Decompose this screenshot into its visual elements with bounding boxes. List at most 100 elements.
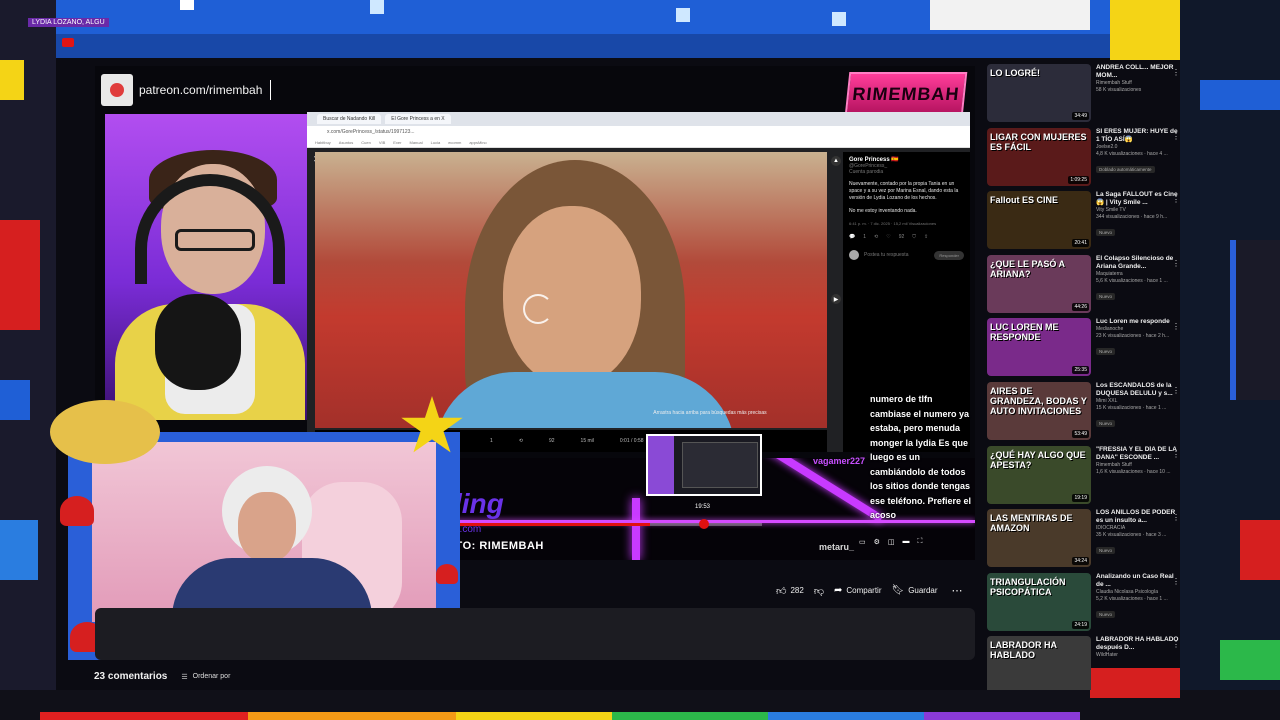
recommendation-channel[interactable]: Vity Smile TV — [1096, 207, 1182, 214]
recommendation-item[interactable]: TRIANGULACIÓN PSICOPÁTICA 24:19 Analizando… — [987, 572, 1182, 637]
pixel-block — [832, 12, 846, 26]
recommendation-title[interactable]: Luc Loren me responde — [1096, 318, 1182, 326]
pixel-block — [0, 220, 40, 330]
description-panel[interactable] — [95, 608, 975, 660]
save-button[interactable]: 🔖︎ Guardar — [891, 585, 937, 596]
theater-icon[interactable]: ▬ — [903, 538, 910, 546]
recommendation-thumbnail[interactable]: LAS MENTIRAS DE AMAZON 34:24 — [987, 509, 1091, 568]
recommendation-thumbnail[interactable]: LUC LOREN ME RESPONDE 25:35 — [987, 318, 1091, 377]
kebab-menu-icon[interactable]: ⋮ — [1172, 259, 1180, 268]
overlay-frame-left — [0, 0, 56, 720]
recommendation-badge: Nuevo — [1096, 229, 1116, 237]
recommendation-thumbnail[interactable]: LABRADOR HA HABLADO — [987, 636, 1091, 690]
recommendation-meta: 58 K visualizaciones — [1096, 87, 1142, 93]
miniplayer-icon[interactable]: ◫ — [888, 538, 895, 546]
recommendation-title[interactable]: LOS ANILLOS DE PODER es un insulto a... — [1096, 509, 1182, 525]
recommendation-channel[interactable]: IDIOCRACIA — [1096, 525, 1182, 532]
browser-bookmarks-bar: Habitbuy Asuntos Cuen VIB Exer Manual Lu… — [307, 138, 970, 148]
tweet-meta: 6:41 p. m. · 7 dic. 2025 · 15,2 mil Visu… — [849, 221, 937, 226]
tweet-reply-box: Postea tu respuesta Responder — [849, 250, 964, 260]
recommendation-thumbnail[interactable]: AIRES DE GRANDEZA, BODAS Y AUTO INVITACI… — [987, 381, 1091, 440]
recommendation-channel[interactable]: Joelse2.0 — [1096, 144, 1182, 151]
recommendation-info: La Saga FALLOUT es Cine 😱 | Vity Smile .… — [1096, 191, 1182, 255]
recommendation-thumbnail[interactable]: LIGAR CON MUJERES ES FÁCIL 1:09:25 — [987, 127, 1091, 186]
kebab-menu-icon[interactable]: ⋮ — [1172, 577, 1180, 586]
recommendation-info: Luc Loren me responde Medianoche 23 K visu… — [1096, 318, 1182, 382]
kebab-menu-icon[interactable]: ⋮ — [1172, 68, 1180, 77]
recommendation-title[interactable]: SI ERES MUJER: HUYE de 1 TÍO ASÍ😱 — [1096, 128, 1182, 144]
pixel-block — [180, 0, 194, 10]
recommendation-item[interactable]: ¿QUE LE PASÓ A ARIANA? 44:26 El Colapso Si… — [987, 254, 1182, 319]
sort-button[interactable]: ☰ Ordenar por — [181, 673, 230, 681]
recommendation-item[interactable]: LAS MENTIRAS DE AMAZON 34:24 LOS ANILLOS D… — [987, 509, 1182, 573]
kebab-menu-icon[interactable]: ⋮ — [1172, 386, 1180, 395]
kebab-menu-icon[interactable]: ⋮ — [1172, 322, 1180, 331]
subtitles-icon[interactable]: ▭ — [859, 538, 866, 546]
recommendation-title[interactable]: Analizando un Caso Real de ... — [1096, 573, 1182, 589]
more-actions-icon[interactable]: ⋯ — [952, 584, 963, 597]
recommendation-title[interactable]: "FRESSIA Y EL DÍA DE LA DANA" ESCONDE ..… — [1096, 446, 1182, 462]
video-duration: 25:35 — [1072, 366, 1089, 375]
kebab-menu-icon[interactable]: ⋮ — [1172, 195, 1180, 204]
chat-message: numero de tlfn cambiase el numero ya est… — [870, 394, 972, 520]
recommendation-item[interactable]: LO LOGRÉ! 34:49 ANDREA COLL... MEJOR MOM..… — [987, 64, 1182, 128]
kebab-menu-icon[interactable]: ⋮ — [1172, 450, 1180, 459]
bookmark-item: ecomm — [448, 140, 462, 145]
recommendation-thumbnail[interactable]: Fallout ES CINE 20:41 — [987, 191, 1091, 250]
recommendation-title[interactable]: El Colapso Silencioso de Ariana Grande..… — [1096, 255, 1182, 271]
video-duration: 1:09:25 — [1068, 175, 1089, 184]
recommendation-title[interactable]: ANDREA COLL... MEJOR MOM... — [1096, 64, 1182, 80]
recommendation-item[interactable]: LIGAR CON MUJERES ES FÁCIL 1:09:25 SI ERES… — [987, 127, 1182, 192]
chevron-up-icon: ▲ — [831, 156, 841, 166]
recommendation-item[interactable]: LUC LOREN ME RESPONDE 25:35 Luc Loren me r… — [987, 318, 1182, 382]
recommendation-meta: 1,6 K visualizaciones · hace 10 ... — [1096, 468, 1171, 475]
like-button[interactable]: 👍︎ 282 — [776, 585, 804, 597]
share-button[interactable]: ➦ Compartir — [834, 585, 882, 596]
recommendation-channel[interactable]: Claudia Nicolasa Psicología — [1096, 589, 1182, 596]
recommendation-item[interactable]: LABRADOR HA HABLADO LABRADOR HA HABLADO d… — [987, 636, 1182, 690]
recommendation-info: SI ERES MUJER: HUYE de 1 TÍO ASÍ😱 Joelse2… — [1096, 128, 1182, 192]
recommendation-title[interactable]: LABRADOR HA HABLADO después D... — [1096, 636, 1182, 652]
seek-preview-time: 19:53 — [695, 504, 711, 510]
recommendation-channel[interactable]: Rimembah Stuff — [1096, 462, 1182, 469]
progress-handle[interactable] — [699, 519, 709, 529]
progress-bar[interactable] — [452, 523, 762, 526]
recommendation-item[interactable]: ¿QUÉ HAY ALGO QUE APESTA? 19:19 "FRESSIA Y… — [987, 445, 1182, 510]
recommendation-channel[interactable]: Medianoche — [1096, 326, 1182, 333]
tweet-video: Arrastra hacia arriba para búsquedas más… — [315, 152, 827, 428]
kebab-menu-icon[interactable]: ⋮ — [1172, 132, 1180, 141]
tweet-author: Gore Princess 🇪🇸 — [849, 157, 899, 163]
recommendation-channel[interactable]: WildHater — [1096, 652, 1182, 659]
recommendation-item[interactable]: Fallout ES CINE 20:41 La Saga FALLOUT es C… — [987, 191, 1182, 255]
recommendation-channel[interactable]: Rimembah Stuff — [1096, 80, 1182, 87]
recommendation-thumbnail[interactable]: ¿QUÉ HAY ALGO QUE APESTA? 19:19 — [987, 445, 1091, 504]
recommendation-thumbnail[interactable]: ¿QUE LE PASÓ A ARIANA? 44:26 — [987, 254, 1091, 313]
recommendation-badge: Nuevo — [1096, 610, 1116, 618]
dislike-button[interactable]: 👎︎ — [814, 585, 824, 597]
bookmark-item: appsMino — [469, 140, 487, 145]
settings-gear-icon[interactable]: ⚙ — [874, 538, 880, 546]
kebab-menu-icon[interactable]: ⋮ — [1172, 513, 1180, 522]
fullscreen-icon[interactable]: ⛶ — [918, 538, 923, 546]
thumbs-down-icon: 👎︎ — [813, 585, 824, 597]
bookmark-item: Cuen — [361, 140, 371, 145]
pixel-block — [0, 380, 30, 420]
patreon-url: patreon.com/rimembah — [139, 83, 263, 97]
recommendation-channel[interactable]: Mimi XXL — [1096, 398, 1182, 405]
recommendation-info: Analizando un Caso Real de ... Claudia Ni… — [1096, 573, 1182, 637]
recommendation-channel[interactable]: Maquiaterra — [1096, 271, 1182, 278]
recommendation-thumbnail[interactable]: TRIANGULACIÓN PSICOPÁTICA 24:19 — [987, 572, 1091, 631]
recommendation-title[interactable]: Los ESCÁNDALOS de la DUQUESA DELULU y s.… — [1096, 382, 1182, 398]
recommendation-thumbnail[interactable]: LO LOGRÉ! 34:49 — [987, 64, 1091, 122]
tweet-player-time: 0:01 / 0:58 — [619, 438, 644, 444]
video-actions: 👍︎ 282 👎︎ ➦ Compartir 🔖︎ Guardar ⋯ — [776, 584, 963, 597]
save-label: Guardar — [908, 586, 938, 595]
recommendation-item[interactable]: AIRES DE GRANDEZA, BODAS Y AUTO INVITACI… — [987, 381, 1182, 446]
straw-hat-icon — [50, 400, 160, 464]
thumbnail-text: LAS MENTIRAS DE AMAZON — [990, 513, 1073, 534]
thumbnail-text: ¿QUE LE PASÓ A ARIANA? — [990, 258, 1065, 279]
kebab-menu-icon[interactable]: ⋮ — [1172, 640, 1180, 649]
reply-button: Responder — [934, 250, 964, 260]
comments-count: 23 comentarios — [94, 671, 168, 682]
recommendation-title[interactable]: La Saga FALLOUT es Cine 😱 | Vity Smile .… — [1096, 191, 1182, 207]
